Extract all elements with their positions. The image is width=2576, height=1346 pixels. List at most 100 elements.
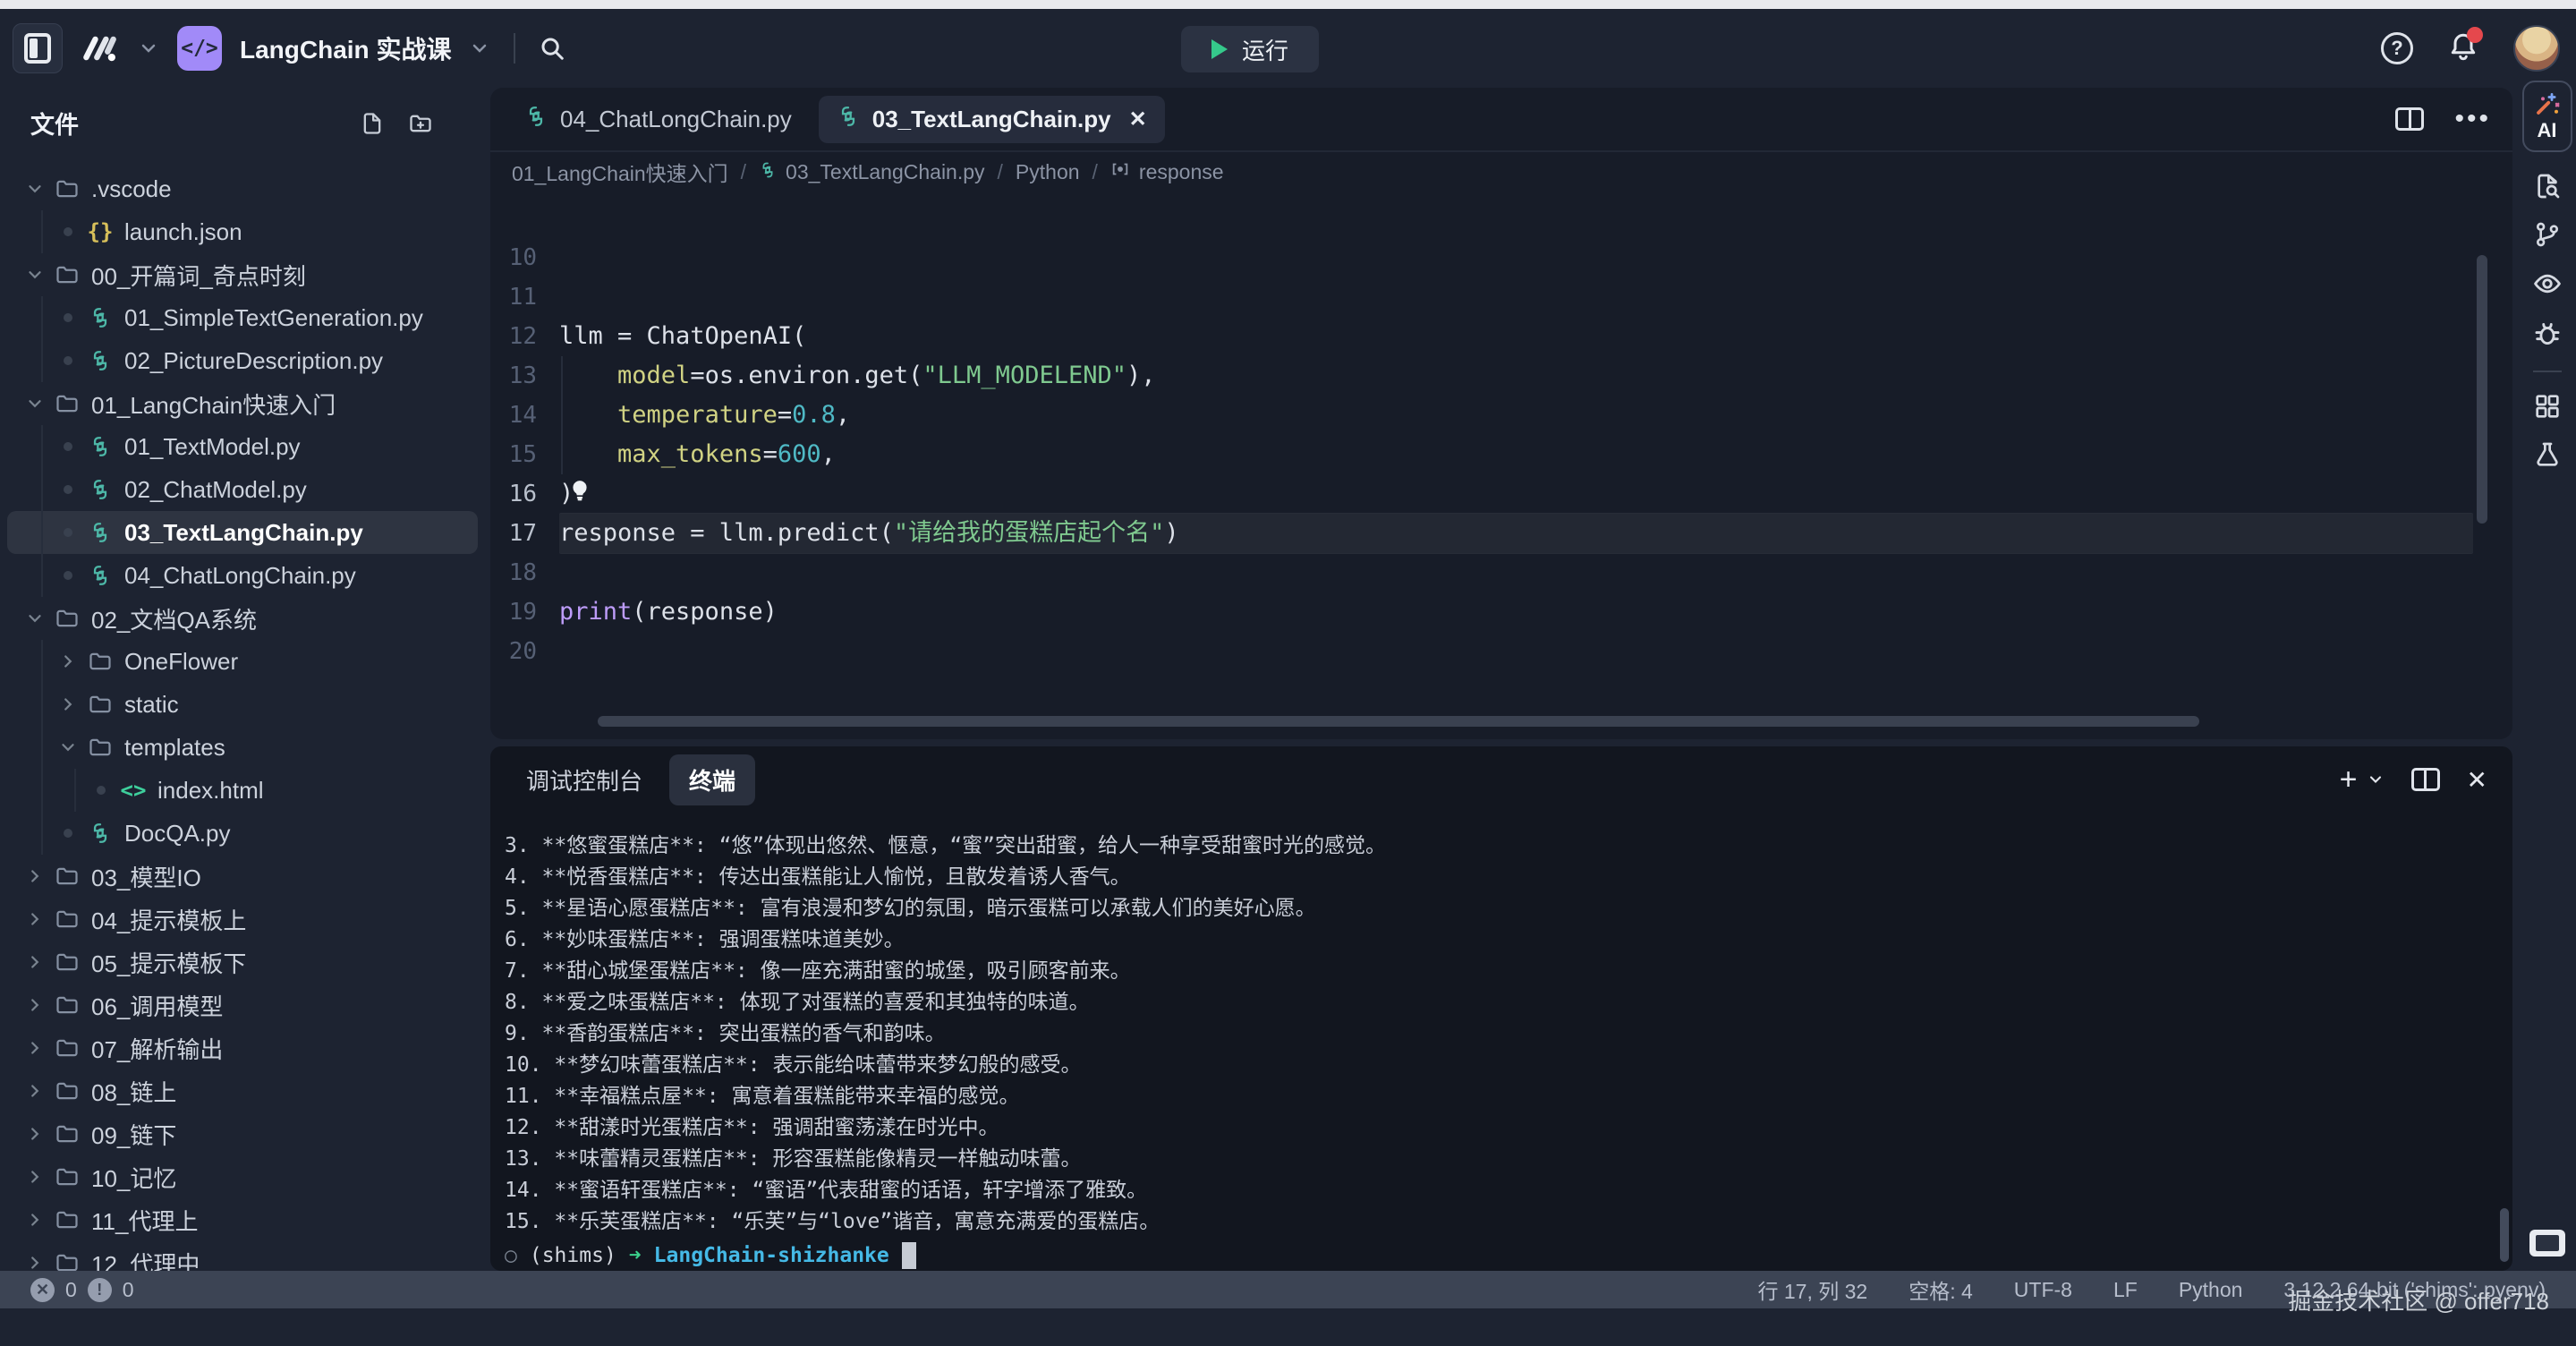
terminal-line: 15. **乐芙蛋糕店**: “乐芙”与“love”谐音，寓意充满爱的蛋糕店。 bbox=[505, 1206, 2512, 1238]
status-item[interactable]: LF bbox=[2113, 1278, 2138, 1302]
search-icon[interactable] bbox=[539, 35, 565, 62]
editor-tab[interactable]: 03_TextLangChain.py✕ bbox=[819, 96, 1165, 143]
tree-item[interactable]: templates bbox=[7, 726, 478, 769]
breadcrumb-separator: / bbox=[1092, 160, 1098, 184]
tree-item[interactable]: 01_TextModel.py bbox=[7, 425, 478, 468]
new-file-icon[interactable] bbox=[360, 111, 385, 136]
tree-item[interactable]: 00_开篇词_奇点时刻 bbox=[7, 253, 478, 296]
tree-item[interactable]: 04_提示模板上 bbox=[7, 898, 478, 941]
status-item[interactable]: 行 17, 列 32 bbox=[1757, 1274, 1867, 1305]
workspace-chevron-down-icon[interactable] bbox=[138, 38, 159, 59]
terminal-chevron-down-icon[interactable] bbox=[2367, 771, 2385, 788]
problems-indicator[interactable]: ✕ 0 ! 0 bbox=[30, 1278, 134, 1302]
notifications-button[interactable] bbox=[2447, 30, 2479, 67]
ai-assistant-button[interactable]: AI bbox=[2522, 81, 2572, 152]
more-actions-icon[interactable]: ••• bbox=[2454, 104, 2491, 134]
tree-item[interactable]: {}launch.json bbox=[7, 210, 478, 253]
tree-item[interactable]: 02_文档QA系统 bbox=[7, 597, 478, 640]
tree-item[interactable]: 07_解析输出 bbox=[7, 1027, 478, 1069]
sidebar-toggle-button[interactable] bbox=[13, 23, 63, 73]
close-tab-icon[interactable]: ✕ bbox=[1129, 106, 1147, 132]
breadcrumb-item[interactable]: 01_LangChain快速入门 bbox=[512, 157, 728, 187]
tree-item[interactable]: 04_ChatLongChain.py bbox=[7, 554, 478, 597]
tree-item[interactable]: static bbox=[7, 683, 478, 726]
tree-item[interactable]: .vscode bbox=[7, 167, 478, 210]
status-item[interactable]: UTF-8 bbox=[2014, 1278, 2072, 1302]
marscode-logo-icon[interactable] bbox=[81, 29, 120, 68]
breadcrumb-item[interactable]: 03_TextLangChain.py bbox=[759, 160, 985, 184]
tree-item[interactable]: 08_链上 bbox=[7, 1069, 478, 1112]
status-item[interactable]: Python bbox=[2179, 1278, 2243, 1302]
code-line: 15 max_tokens=600, bbox=[490, 435, 2512, 474]
breadcrumb-item[interactable]: Python bbox=[1016, 160, 1080, 184]
tree-item-label: 05_提示模板下 bbox=[91, 946, 246, 979]
tree-item[interactable]: 03_模型IO bbox=[7, 855, 478, 898]
tree-item[interactable]: 01_SimpleTextGeneration.py bbox=[7, 296, 478, 339]
tree-item[interactable]: 10_记忆 bbox=[7, 1155, 478, 1198]
chevron-down-icon[interactable] bbox=[53, 737, 83, 757]
chevron-right-icon[interactable] bbox=[20, 909, 50, 929]
play-icon bbox=[1211, 39, 1228, 59]
editor-horizontal-scrollbar[interactable] bbox=[598, 716, 2199, 727]
tree-item[interactable]: 05_提示模板下 bbox=[7, 941, 478, 984]
source-control-icon[interactable] bbox=[2533, 220, 2562, 249]
chevron-right-icon[interactable] bbox=[20, 1038, 50, 1058]
tree-item[interactable]: 01_LangChain快速入门 bbox=[7, 382, 478, 425]
split-terminal-icon[interactable] bbox=[2411, 768, 2440, 791]
run-button[interactable]: 运行 bbox=[1181, 26, 1319, 72]
project-chevron-down-icon[interactable] bbox=[469, 38, 490, 59]
chevron-right-icon[interactable] bbox=[20, 1253, 50, 1271]
terminal-line: 7. **甜心城堡蛋糕店**: 像一座充满甜蜜的城堡，吸引顾客前来。 bbox=[505, 956, 2512, 987]
debug-bug-icon[interactable] bbox=[2532, 319, 2563, 349]
code-editor[interactable]: 101112llm = ChatOpenAI(13 model=os.envir… bbox=[490, 192, 2512, 739]
tree-item[interactable]: <>index.html bbox=[7, 769, 478, 812]
editor-vertical-scrollbar[interactable] bbox=[2477, 255, 2487, 524]
breadcrumb-item[interactable]: response bbox=[1110, 159, 1224, 184]
chevron-right-icon[interactable] bbox=[20, 995, 50, 1015]
chevron-down-icon[interactable] bbox=[20, 265, 50, 285]
chevron-down-icon[interactable] bbox=[20, 609, 50, 628]
tree-item[interactable]: 06_调用模型 bbox=[7, 984, 478, 1027]
tree-item[interactable]: 02_ChatModel.py bbox=[7, 468, 478, 511]
terminal-scrollbar[interactable] bbox=[2500, 1208, 2509, 1262]
chevron-right-icon[interactable] bbox=[53, 694, 83, 714]
close-panel-icon[interactable]: ✕ bbox=[2467, 765, 2487, 795]
tree-item[interactable]: 09_链下 bbox=[7, 1112, 478, 1155]
tree-item[interactable]: 12_代理中 bbox=[7, 1241, 478, 1271]
terminal-line: 11. **幸福糕点屋**: 寓意着蛋糕能带来幸福的感觉。 bbox=[505, 1081, 2512, 1112]
chevron-right-icon[interactable] bbox=[20, 1124, 50, 1144]
tree-item[interactable]: OneFlower bbox=[7, 640, 478, 683]
preview-eye-icon[interactable] bbox=[2532, 268, 2563, 299]
split-editor-icon[interactable] bbox=[2395, 107, 2424, 131]
tree-item[interactable]: 03_TextLangChain.py bbox=[7, 511, 478, 554]
new-terminal-icon[interactable]: + bbox=[2340, 766, 2358, 793]
status-bar: ✕ 0 ! 0 行 17, 列 32空格: 4UTF-8LFPython3.12… bbox=[0, 1271, 2576, 1308]
test-flask-icon[interactable] bbox=[2533, 440, 2562, 469]
help-icon[interactable]: ? bbox=[2381, 32, 2413, 64]
prompt-venv: (shims) bbox=[530, 1238, 616, 1271]
panel-tab[interactable]: 终端 bbox=[669, 754, 755, 805]
extensions-grid-icon[interactable] bbox=[2533, 392, 2562, 421]
chevron-right-icon[interactable] bbox=[20, 1167, 50, 1187]
folder-icon bbox=[83, 649, 117, 674]
user-avatar[interactable] bbox=[2513, 25, 2560, 72]
chevron-down-icon[interactable] bbox=[20, 394, 50, 413]
activity-bar-divider bbox=[2533, 371, 2562, 372]
indent-guide bbox=[41, 296, 43, 339]
chevron-right-icon[interactable] bbox=[20, 1081, 50, 1101]
terminal-output[interactable]: 3. **悠蜜蛋糕店**: “悠”体现出悠然、惬意，“蜜”突出甜蜜，给人一种享受… bbox=[490, 813, 2512, 1271]
remote-device-icon[interactable] bbox=[2529, 1230, 2565, 1257]
file-search-icon[interactable] bbox=[2533, 172, 2562, 200]
chevron-right-icon[interactable] bbox=[20, 866, 50, 886]
panel-tab[interactable]: 调试控制台 bbox=[506, 754, 662, 805]
editor-tab[interactable]: 04_ChatLongChain.py bbox=[506, 96, 810, 143]
status-item[interactable]: 空格: 4 bbox=[1909, 1274, 1973, 1305]
chevron-right-icon[interactable] bbox=[20, 1210, 50, 1230]
chevron-right-icon[interactable] bbox=[20, 952, 50, 972]
chevron-down-icon[interactable] bbox=[20, 179, 50, 199]
tree-item[interactable]: DocQA.py bbox=[7, 812, 478, 855]
tree-item[interactable]: 11_代理上 bbox=[7, 1198, 478, 1241]
chevron-right-icon[interactable] bbox=[53, 652, 83, 671]
new-folder-icon[interactable] bbox=[408, 111, 433, 136]
tree-item[interactable]: 02_PictureDescription.py bbox=[7, 339, 478, 382]
